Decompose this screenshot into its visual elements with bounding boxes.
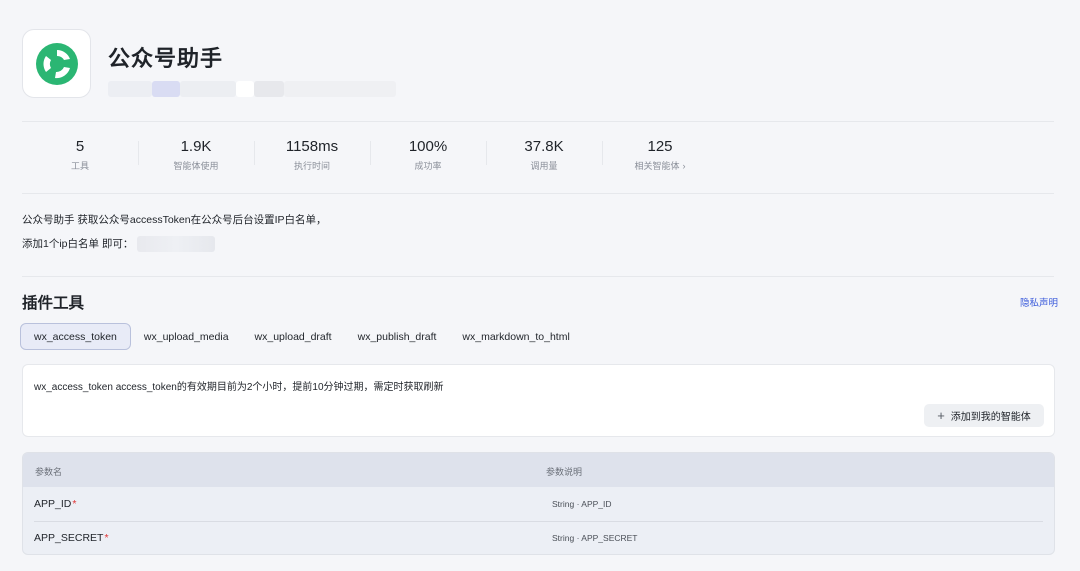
- stat-label: 工具: [70, 161, 89, 171]
- table-row: APP_ID* String · APP_ID: [23, 487, 1054, 521]
- stat-label: 调用量: [530, 161, 558, 171]
- stat-call-count: 37.8K 调用量: [486, 131, 602, 185]
- stat-value: 37.8K: [524, 138, 564, 155]
- stat-label: 智能体使用: [173, 161, 219, 171]
- param-name-text: APP_SECRET: [34, 532, 104, 544]
- param-desc: String · APP_ID: [552, 499, 612, 509]
- wechat-official-account-logo-icon: [35, 42, 78, 85]
- redacted-subtitle: [108, 81, 396, 97]
- stat-value: 1.9K: [180, 138, 212, 155]
- tab-wx-publish-draft[interactable]: wx_publish_draft: [345, 323, 450, 350]
- stat-value: 100%: [408, 138, 448, 155]
- description-line-2: 添加1个ip白名单 即可：: [22, 232, 327, 256]
- tool-card: wx_access_token access_token的有效期目前为2个小时，…: [22, 364, 1055, 437]
- tab-wx-access-token[interactable]: wx_access_token: [20, 323, 131, 350]
- stat-agent-usage: 1.9K 智能体使用: [138, 131, 254, 185]
- param-desc: String · APP_SECRET: [552, 533, 638, 543]
- description-divider: [22, 276, 1054, 277]
- tool-description: wx_access_token access_token的有效期目前为2个小时，…: [34, 382, 444, 393]
- tab-wx-upload-media[interactable]: wx_upload_media: [131, 323, 242, 350]
- stat-value: 1158ms: [285, 138, 339, 155]
- stat-label: 执行时间: [293, 161, 330, 171]
- stats-bar: 5 工具 1.9K 智能体使用 1158ms 执行时间 100% 成功率 37.…: [22, 131, 1034, 185]
- header-param-desc: 参数说明: [546, 467, 583, 477]
- plugin-description: 公众号助手 获取公众号accessToken在公众号后台设置IP白名单， 添加1…: [22, 208, 327, 256]
- required-mark: *: [104, 532, 109, 544]
- add-to-agent-button[interactable]: + 添加到我的智能体: [924, 404, 1044, 427]
- stats-divider: [22, 193, 1054, 194]
- header-divider: [22, 121, 1054, 122]
- tab-wx-markdown-to-html[interactable]: wx_markdown_to_html: [449, 323, 582, 350]
- stat-value: 5: [75, 138, 85, 155]
- plus-icon: +: [937, 408, 945, 423]
- stat-exec-time: 1158ms 执行时间: [254, 131, 370, 185]
- stat-success-rate: 100% 成功率: [370, 131, 486, 185]
- param-name-text: APP_ID: [34, 498, 72, 510]
- tool-tabs: wx_access_token wx_upload_media wx_uploa…: [20, 323, 583, 350]
- required-mark: *: [72, 498, 77, 510]
- redacted-ip: [137, 236, 216, 252]
- chevron-right-icon: ›: [682, 161, 686, 171]
- stat-related-agents[interactable]: 125 相关智能体 ›: [602, 131, 718, 185]
- header-param-name: 参数名: [35, 467, 63, 477]
- add-to-agent-label: 添加到我的智能体: [950, 412, 1031, 423]
- stat-value: 125: [647, 138, 673, 155]
- section-title: 插件工具: [22, 295, 85, 312]
- stat-tools: 5 工具: [22, 131, 138, 185]
- table-header: 参数名 参数说明: [23, 453, 1054, 487]
- description-line-2-text: 添加1个ip白名单 即可：: [22, 238, 134, 250]
- param-name: APP_SECRET*: [34, 532, 109, 544]
- plugin-logo: [22, 29, 91, 98]
- plugin-title: 公众号助手: [108, 46, 224, 71]
- params-table: 参数名 参数说明 APP_ID* String · APP_ID APP_SEC…: [22, 452, 1055, 555]
- stat-label: 成功率: [414, 161, 442, 171]
- plugin-header: 公众号助手: [22, 29, 396, 98]
- tab-wx-upload-draft[interactable]: wx_upload_draft: [242, 323, 345, 350]
- table-row: APP_SECRET* String · APP_SECRET: [23, 521, 1054, 554]
- stat-label-wrap: 相关智能体 ›: [634, 159, 685, 172]
- privacy-link[interactable]: 隐私声明: [1020, 295, 1058, 309]
- description-line-1: 公众号助手 获取公众号accessToken在公众号后台设置IP白名单，: [22, 214, 327, 226]
- param-name: APP_ID*: [34, 498, 76, 510]
- stat-label: 相关智能体: [634, 161, 680, 171]
